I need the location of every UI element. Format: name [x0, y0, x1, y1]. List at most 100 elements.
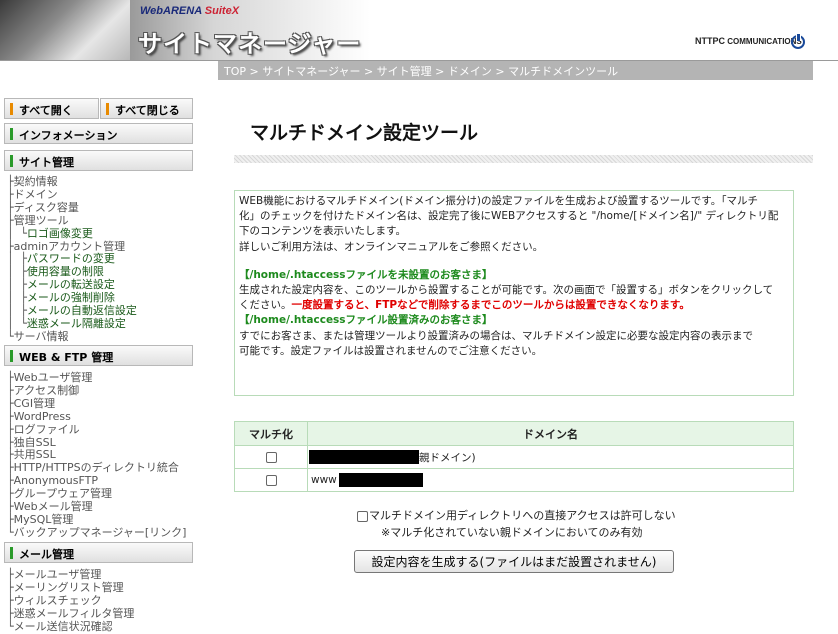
tree-branch: ├ — [7, 580, 14, 594]
generate-settings-button[interactable]: 設定内容を生成する(ファイルはまだ設置されません) — [354, 550, 674, 573]
sidebar-item-label[interactable]: MySQL管理 — [14, 513, 74, 526]
sidebar-item[interactable]: ├ログファイル — [7, 423, 80, 436]
sidebar-item[interactable]: ├HTTP/HTTPSのディレクトリ統合 — [7, 461, 179, 474]
tree-branch: ├ — [7, 175, 14, 188]
sidebar-item-label[interactable]: Webユーザ管理 — [14, 371, 93, 384]
sidebar-item[interactable]: ├Webユーザ管理 — [7, 371, 92, 384]
tree-branch: │ └ — [7, 316, 27, 330]
sidebar-item-label[interactable]: 契約情報 — [14, 175, 58, 188]
tree-branch: ├ — [7, 200, 14, 214]
info-box: WEB機能におけるマルチドメイン(ドメイン振分け)の設定ファイルを生成および設置… — [234, 190, 794, 396]
sidebar-item[interactable]: │ ├メールの強制削除 — [7, 291, 115, 304]
brand-name: WebARENA — [140, 5, 202, 17]
sidebar-item-label[interactable]: ウィルスチェック — [14, 594, 102, 607]
sidebar-item[interactable]: ├CGI管理 — [7, 397, 55, 410]
tree-branch: ├ — [7, 568, 14, 581]
sidebar-item[interactable]: ├メールユーザ管理 — [7, 568, 101, 581]
close-all-button[interactable]: すべて閉じる — [100, 98, 193, 119]
sidebar-item-label[interactable]: メールの転送設定 — [27, 278, 115, 291]
multi-checkbox-row-1[interactable] — [265, 452, 277, 463]
sidebar-item-label[interactable]: 使用容量の制限 — [27, 265, 104, 278]
sidebar-item-label[interactable]: アクセス制御 — [14, 384, 79, 397]
power-icon[interactable] — [791, 34, 805, 49]
sidebar-item-label[interactable]: ロゴ画像変更 — [27, 227, 93, 240]
sidebar-item[interactable]: ├MySQL管理 — [7, 513, 73, 526]
sidebar-item[interactable]: ├共用SSL — [7, 448, 56, 461]
sidebar-item-label[interactable]: WordPress — [14, 410, 71, 423]
sidebar-item-label[interactable]: 独自SSL — [14, 436, 56, 449]
sidebar-item-label[interactable]: Webメール管理 — [14, 500, 93, 513]
sidebar-item[interactable]: ├契約情報 — [7, 175, 58, 188]
section2-line: 可能です。設定ファイルは設置されませんのでご注意ください。 — [239, 344, 543, 357]
sidebar-item-label[interactable]: 迷惑メールフィルタ管理 — [14, 607, 135, 620]
sidebar-item[interactable]: ├ウィルスチェック — [7, 594, 102, 607]
sidebar-item-label[interactable]: グループウェア管理 — [14, 487, 112, 500]
sidebar-item[interactable]: └メール送信状況確認 — [7, 620, 113, 633]
intro-line: 下のコンテンツを表示いたします。 — [239, 225, 406, 238]
sidebar-item[interactable]: ├AnonymousFTP — [7, 474, 98, 487]
tree-branch: ├ — [7, 435, 14, 449]
sidebar-item-label[interactable]: バックアップマネージャー[リンク] — [14, 526, 187, 539]
section2-line: すでにお客さま、または管理ツールより設置済みの場合は、マルチドメイン設定に必要な… — [239, 329, 753, 342]
sidebar-item-label[interactable]: 迷惑メール隔離設定 — [27, 317, 126, 330]
sidebar-item[interactable]: ├adminアカウント管理 — [7, 240, 125, 253]
sidebar-item-label[interactable]: メールの強制削除 — [27, 291, 115, 304]
sidebar-item[interactable]: │ └ロゴ画像変更 — [7, 227, 93, 240]
breadcrumb[interactable]: TOP > サイトマネージャー > サイト管理 > ドメイン > マルチドメイン… — [218, 61, 813, 80]
open-all-button[interactable]: すべて開く — [4, 98, 99, 119]
ntt-logo-main: NTTPC — [695, 36, 725, 46]
sidebar-item[interactable]: ├アクセス制御 — [7, 384, 79, 397]
section2-heading: 【/home/.htaccessファイル設置済みのお客さま】 — [239, 314, 493, 327]
sidebar-section-info[interactable]: インフォメーション — [4, 123, 193, 144]
sidebar-section-site-admin[interactable]: サイト管理 — [4, 150, 193, 171]
sidebar-item-label[interactable]: 管理ツール — [14, 214, 69, 227]
sidebar-item[interactable]: ├グループウェア管理 — [7, 487, 112, 500]
brand-logo: WebARENA SuiteX — [140, 5, 239, 17]
site-title: サイトマネージャー — [138, 30, 362, 58]
sidebar-item-label[interactable]: ディスク容量 — [14, 201, 79, 214]
sidebar-item[interactable]: │ └迷惑メール隔離設定 — [7, 317, 126, 330]
sidebar-item[interactable]: │ ├パスワードの変更 — [7, 252, 115, 265]
section1-line: 生成された設定内容を、このツールから設置することが可能です。次の画面で「設置する… — [239, 284, 774, 297]
sidebar-item[interactable]: └サーバ情報 — [7, 330, 69, 343]
sidebar-item[interactable]: ├ドメイン — [7, 188, 58, 201]
sidebar-item-label[interactable]: メーリングリスト管理 — [14, 581, 124, 594]
direct-access-label[interactable]: マルチドメイン用ディレクトリへの直接アクセスは許可しない — [369, 509, 676, 522]
sidebar-item[interactable]: │ ├メールの自動返信設定 — [7, 304, 137, 317]
tree-branch: ├ — [7, 461, 14, 475]
sidebar-item[interactable]: ├ディスク容量 — [7, 201, 79, 214]
sidebar-item[interactable]: ├Webメール管理 — [7, 500, 93, 513]
sidebar-item-label[interactable]: 共用SSL — [14, 448, 56, 461]
sidebar-item-label[interactable]: CGI管理 — [14, 397, 55, 410]
sidebar-item-label[interactable]: サーバ情報 — [14, 330, 69, 343]
tree-branch: ├ — [7, 606, 14, 620]
header: WebARENA SuiteX サイトマネージャー NTTPC COMMUNIC… — [0, 0, 838, 60]
sidebar-item-label[interactable]: ログファイル — [14, 423, 80, 436]
sidebar-item-label[interactable]: AnonymousFTP — [14, 474, 98, 487]
sidebar-item[interactable]: ├独自SSL — [7, 436, 56, 449]
sidebar-item[interactable]: ├WordPress — [7, 410, 71, 423]
sidebar-item[interactable]: ├迷惑メールフィルタ管理 — [7, 607, 134, 620]
tree-branch: ├ — [7, 213, 14, 227]
sidebar-item-label[interactable]: メールユーザ管理 — [14, 568, 102, 581]
sidebar-item-label[interactable]: HTTP/HTTPSのディレクトリ統合 — [14, 461, 179, 474]
sidebar-item-label[interactable]: メールの自動返信設定 — [27, 304, 137, 317]
sidebar-item[interactable]: │ ├使用容量の制限 — [7, 265, 104, 278]
direct-access-option[interactable]: マルチドメイン用ディレクトリへの直接アクセスは許可しない — [357, 509, 687, 523]
column-header-domain: ドメイン名 — [307, 421, 794, 446]
sidebar-item[interactable]: │ ├メールの転送設定 — [7, 278, 115, 291]
sidebar-section-mail-admin[interactable]: メール管理 — [4, 542, 193, 563]
multi-checkbox-row-2[interactable] — [265, 475, 277, 486]
tree-branch: ├ — [7, 448, 14, 462]
sidebar-item-label[interactable]: ドメイン — [14, 188, 58, 201]
domain-prefix: www — [311, 474, 337, 486]
sidebar-item[interactable]: ├メーリングリスト管理 — [7, 581, 124, 594]
sidebar-item-label[interactable]: メール送信状況確認 — [14, 620, 113, 633]
sidebar-section-web-ftp[interactable]: WEB & FTP 管理 — [4, 345, 193, 366]
sidebar-item[interactable]: ├管理ツール — [7, 214, 69, 227]
sidebar-item[interactable]: └バックアップマネージャー[リンク] — [7, 526, 186, 539]
sidebar-item-label[interactable]: adminアカウント管理 — [14, 240, 125, 253]
sidebar-item-label[interactable]: パスワードの変更 — [27, 252, 115, 265]
tree-branch: │ ├ — [7, 304, 27, 317]
direct-access-checkbox[interactable] — [357, 510, 368, 522]
